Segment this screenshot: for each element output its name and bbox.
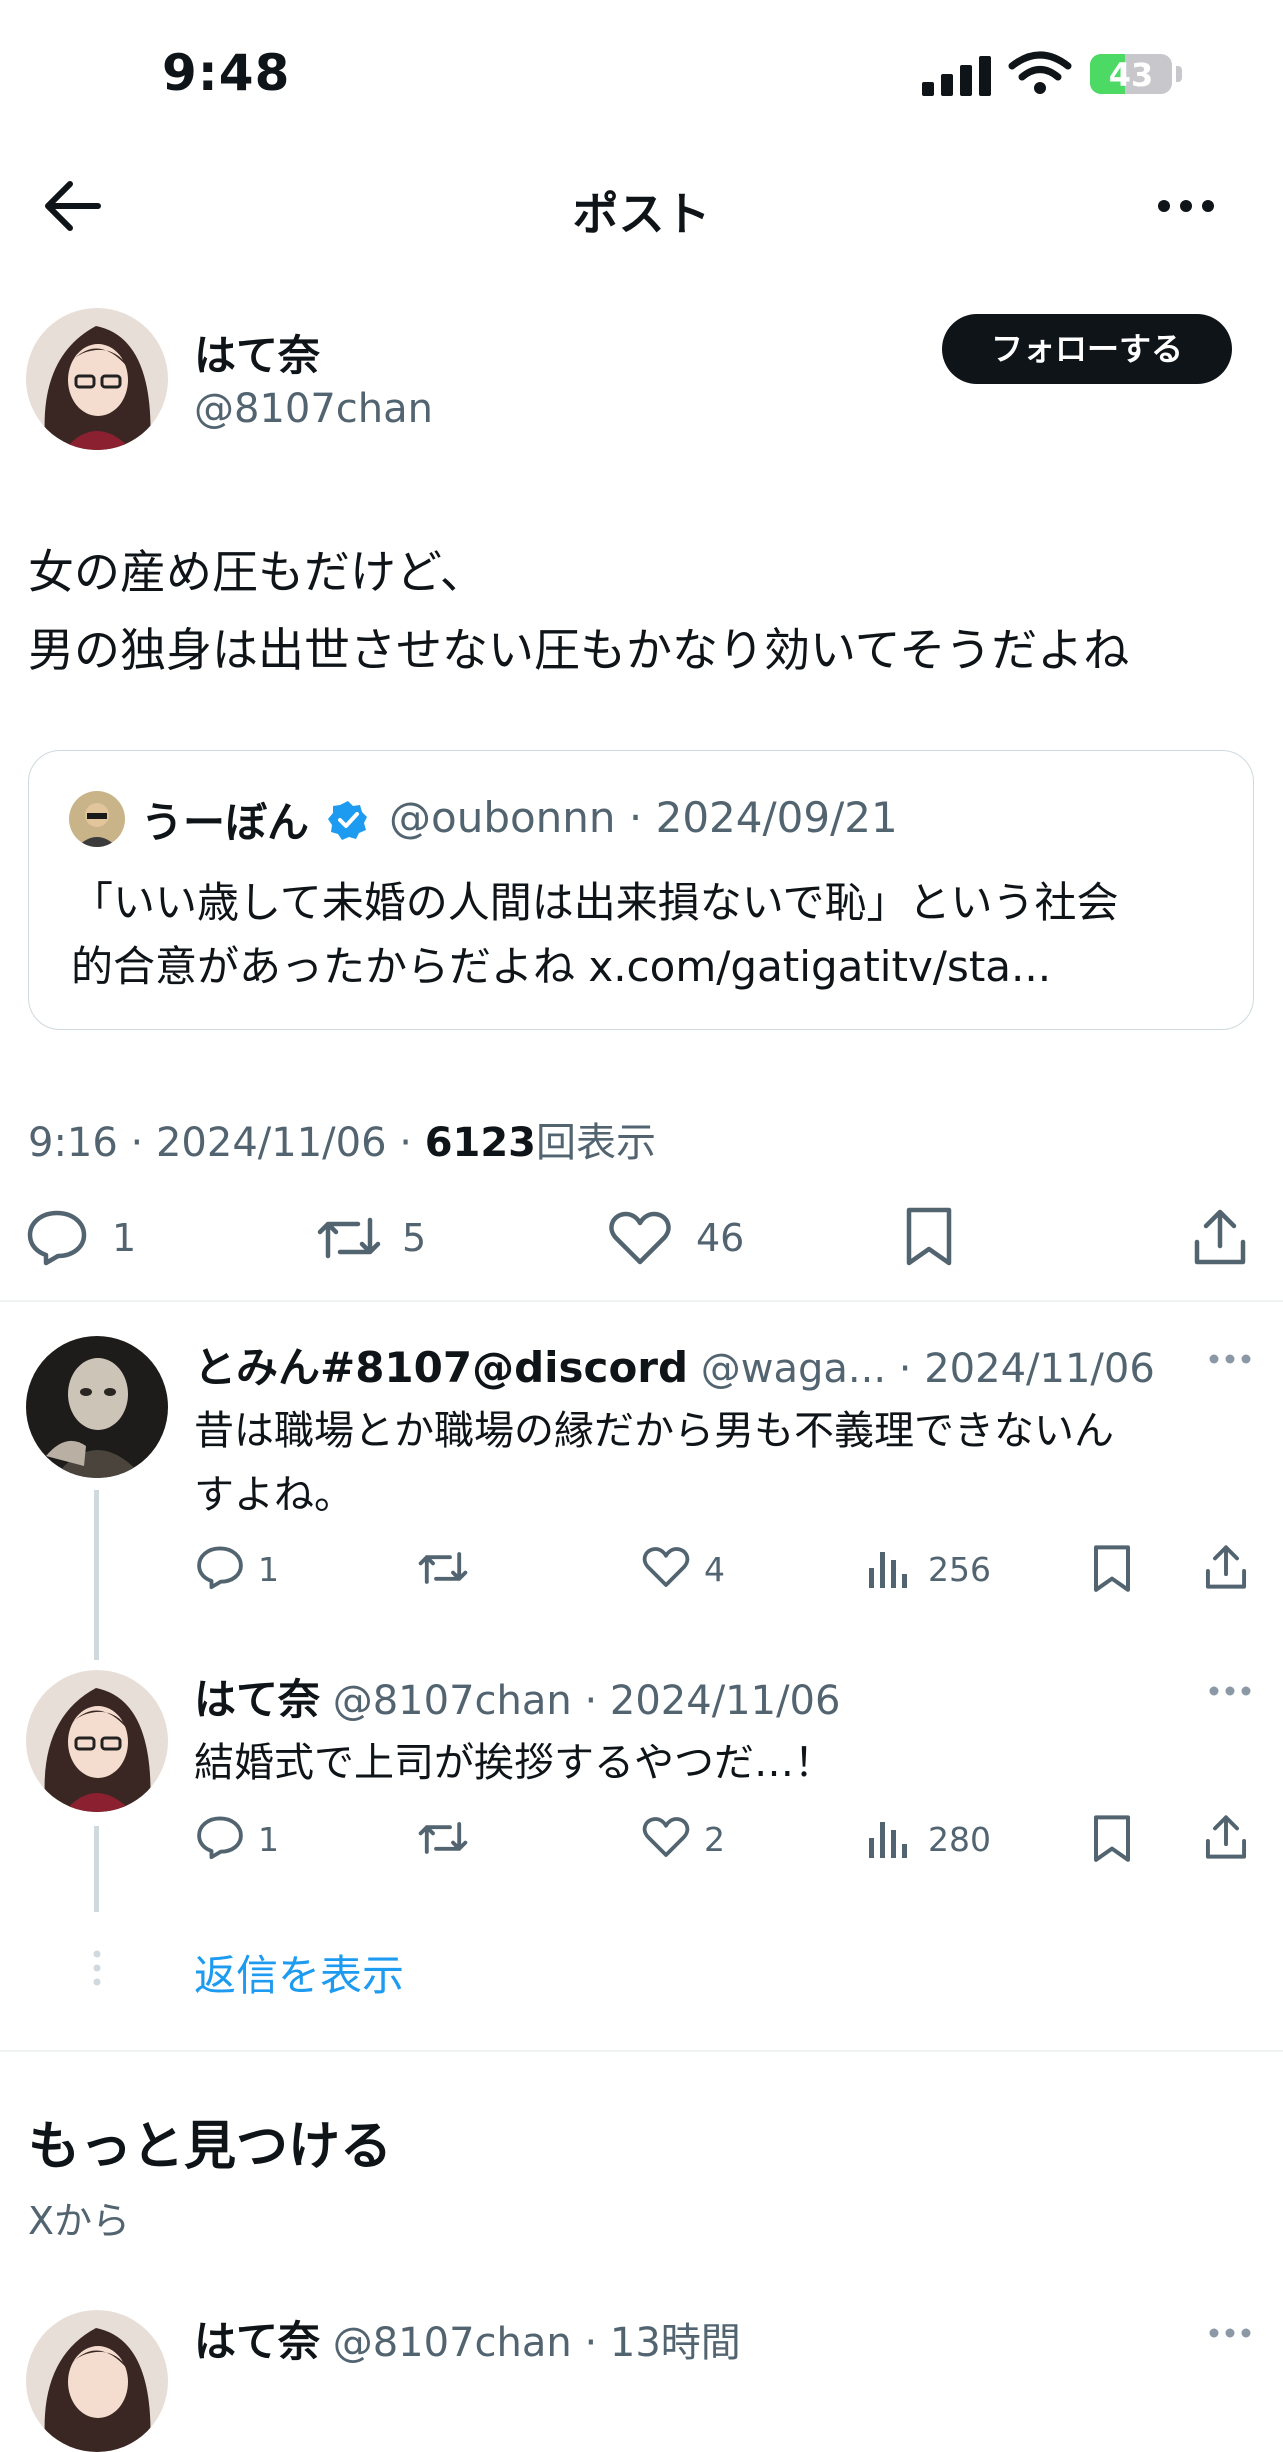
discover-post-time: 13時間 bbox=[609, 2320, 741, 2366]
reply-count: 1 bbox=[258, 1820, 279, 1859]
discover-post-header: はて奈 @8107chan · 13時間 bbox=[194, 2317, 741, 2366]
views-bar-icon[interactable] bbox=[866, 1544, 910, 1590]
like-button[interactable] bbox=[642, 1816, 690, 1858]
reply-author-name[interactable]: はて奈 bbox=[194, 1675, 320, 1724]
reply-count: 1 bbox=[112, 1216, 137, 1260]
reply-more-icon[interactable] bbox=[1208, 1352, 1252, 1366]
reply-author-name[interactable]: とみん#8107@discord bbox=[194, 1343, 688, 1392]
discover-author-handle[interactable]: @8107chan bbox=[333, 2320, 572, 2366]
divider bbox=[0, 2050, 1283, 2052]
quoted-post-card[interactable]: うーぼん @oubonnn · 2024/09/21 「いい歳して未婚の人間は出… bbox=[28, 750, 1254, 1030]
follow-button[interactable]: フォローする bbox=[942, 314, 1232, 384]
wifi-icon bbox=[1008, 50, 1072, 96]
reply-text-line: 結婚式で上司が挨拶するやつだ…！ bbox=[194, 1740, 834, 1786]
reply-avatar[interactable] bbox=[26, 1670, 168, 1812]
battery-icon: 43 bbox=[1090, 54, 1172, 94]
like-button[interactable] bbox=[608, 1210, 672, 1266]
views-label: 回表示 bbox=[536, 1120, 657, 1166]
thread-dots-icon bbox=[92, 1950, 102, 1986]
reply-more-icon[interactable] bbox=[1208, 1684, 1252, 1698]
discover-subtitle: Xから bbox=[28, 2199, 131, 2243]
like-button[interactable] bbox=[642, 1546, 690, 1588]
status-time: 9:48 bbox=[162, 44, 291, 102]
quote-date: 2024/09/21 bbox=[655, 793, 898, 842]
discover-avatar[interactable] bbox=[26, 2310, 168, 2452]
reply-text-line: すよね。 bbox=[194, 1472, 354, 1518]
like-count: 4 bbox=[704, 1550, 725, 1589]
view-count: 256 bbox=[928, 1550, 991, 1589]
reply-button[interactable] bbox=[26, 1208, 88, 1266]
post-text-line: 女の産め圧もだけど、 bbox=[28, 545, 486, 599]
quote-text-line: 的合意があったからだよね x.com/gatigatitv/sta... bbox=[71, 942, 1052, 991]
reply-header: はて奈 @8107chan · 2024/11/06 bbox=[194, 1675, 841, 1724]
reply-button[interactable] bbox=[196, 1814, 244, 1860]
view-count: 6123 bbox=[424, 1120, 537, 1166]
page-title: ポスト bbox=[572, 187, 711, 241]
quote-author-name: うーぼん bbox=[141, 798, 310, 847]
divider bbox=[0, 1300, 1283, 1302]
reply-header: とみん#8107@discord @waga... · 2024/11/06 bbox=[194, 1343, 1155, 1392]
author-handle[interactable]: @8107chan bbox=[194, 386, 433, 432]
quote-text-line: 「いい歳して未婚の人間は出来損ないで恥」という社会 bbox=[71, 878, 1119, 927]
battery-level: 43 bbox=[1108, 56, 1154, 94]
post-meta: 9:16 · 2024/11/06 · 6123回表示 bbox=[28, 1120, 657, 1166]
reply-text-line: 昔は職場とか職場の縁だから男も不義理できないん bbox=[194, 1408, 1114, 1454]
thread-line bbox=[94, 1490, 99, 1660]
quote-author-avatar bbox=[69, 791, 125, 847]
repost-count: 5 bbox=[402, 1216, 427, 1260]
repost-button[interactable] bbox=[314, 1210, 384, 1266]
post-text-line: 男の独身は出世させない圧もかなり効いてそうだよね bbox=[28, 623, 1130, 677]
battery-tip bbox=[1176, 66, 1182, 82]
show-replies-link[interactable]: 返信を表示 bbox=[194, 1942, 404, 2003]
share-button[interactable] bbox=[1204, 1542, 1248, 1592]
reply-avatar[interactable] bbox=[26, 1336, 168, 1478]
cellular-signal-icon bbox=[922, 54, 992, 96]
view-count: 280 bbox=[928, 1820, 991, 1859]
reply-author-handle[interactable]: @8107chan bbox=[333, 1678, 572, 1724]
thread-line bbox=[94, 1826, 99, 1912]
repost-button[interactable] bbox=[416, 1816, 470, 1860]
bookmark-button[interactable] bbox=[904, 1206, 954, 1268]
views-bar-icon[interactable] bbox=[866, 1814, 910, 1860]
bookmark-button[interactable] bbox=[1092, 1544, 1132, 1594]
reply-date: 2024/11/06 bbox=[609, 1678, 841, 1724]
like-count: 2 bbox=[704, 1820, 725, 1859]
discover-author-name[interactable]: はて奈 bbox=[194, 2317, 320, 2366]
reply-date: 2024/11/06 bbox=[924, 1346, 1155, 1392]
reply-count: 1 bbox=[258, 1550, 279, 1589]
quote-author-handle: @oubonnn bbox=[389, 793, 616, 842]
reply-button[interactable] bbox=[196, 1544, 244, 1590]
share-button[interactable] bbox=[1204, 1812, 1248, 1862]
verified-badge-icon bbox=[327, 799, 369, 841]
post-time: 9:16 bbox=[28, 1120, 118, 1166]
author-avatar[interactable] bbox=[26, 308, 168, 450]
reply-author-handle[interactable]: @waga... bbox=[701, 1346, 886, 1392]
author-name[interactable]: はて奈 bbox=[194, 322, 320, 383]
discover-more-icon[interactable] bbox=[1208, 2326, 1252, 2340]
repost-button[interactable] bbox=[416, 1546, 470, 1590]
discover-title: もっと見つける bbox=[28, 2117, 393, 2177]
like-count: 46 bbox=[696, 1216, 745, 1260]
share-button[interactable] bbox=[1192, 1206, 1248, 1268]
post-date: 2024/11/06 bbox=[155, 1120, 387, 1166]
more-options-icon[interactable] bbox=[1156, 196, 1216, 216]
bookmark-button[interactable] bbox=[1092, 1814, 1132, 1864]
